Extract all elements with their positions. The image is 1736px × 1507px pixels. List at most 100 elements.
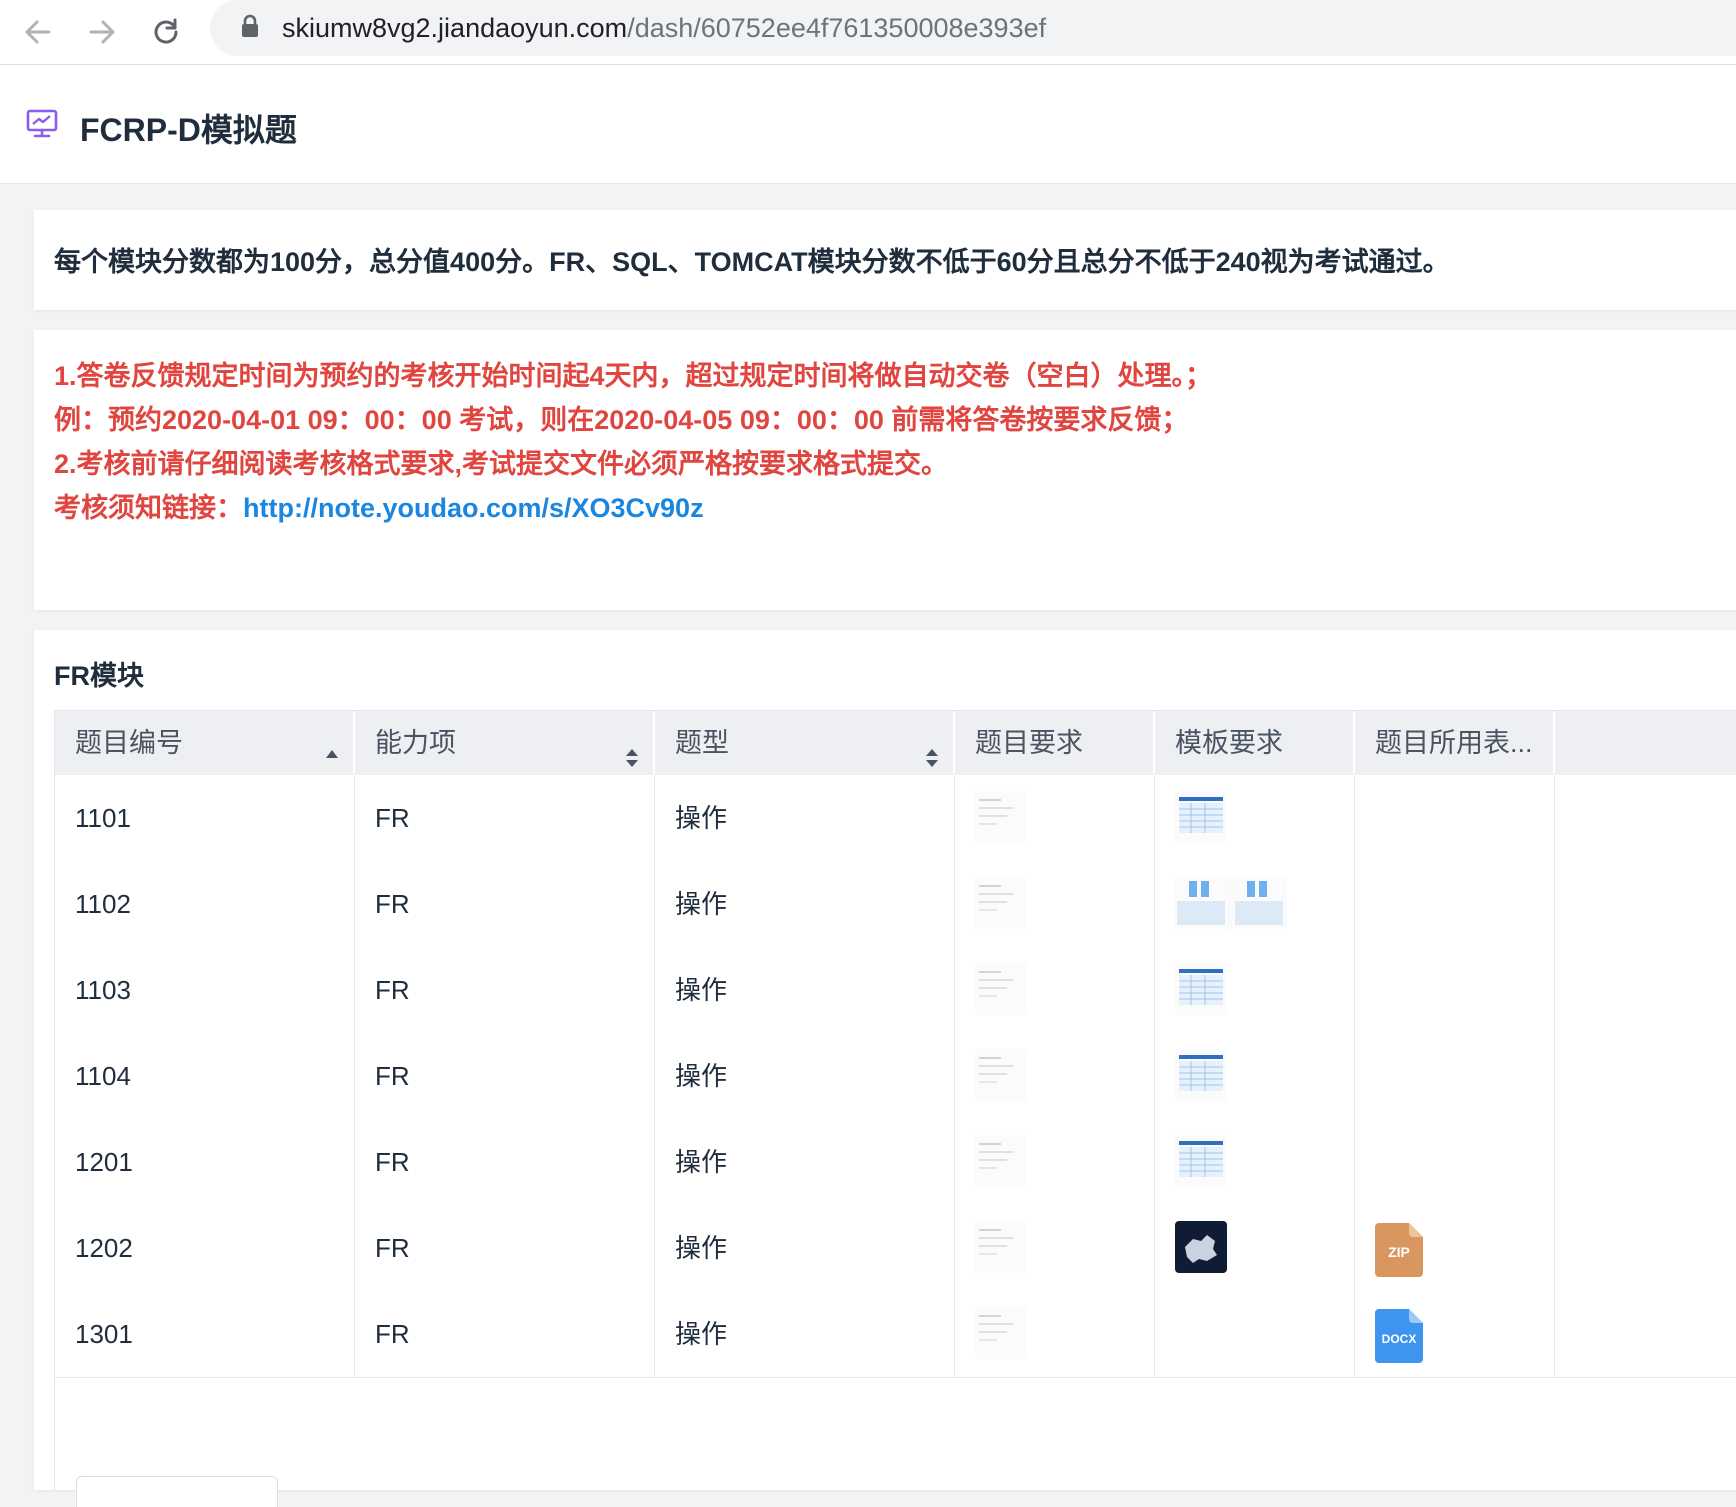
cell-template-requirement <box>1155 861 1355 947</box>
svg-text:ZIP: ZIP <box>1388 1244 1410 1260</box>
requirement-thumbnail[interactable] <box>975 963 1027 1015</box>
template-thumbnail[interactable] <box>1175 791 1227 843</box>
cell-template-requirement <box>1155 1205 1355 1291</box>
browser-toolbar: skiumw8vg2.jiandaoyun.com/dash/60752ee4f… <box>0 0 1736 65</box>
dashboard-icon <box>26 109 58 144</box>
cell-type: 操作 <box>655 1119 955 1205</box>
cell-template-requirement <box>1155 775 1355 861</box>
table-row[interactable]: 1101 FR 操作 <box>55 775 1736 862</box>
back-button[interactable] <box>18 12 58 52</box>
requirement-thumbnail[interactable] <box>975 1307 1027 1359</box>
cell-table-file <box>1355 947 1555 1033</box>
column-header-id[interactable]: 题目编号 <box>55 711 355 775</box>
fr-module-card: FR模块 题目编号 能力项 题型 题目要求 模板要求 题目所用表... 1101… <box>34 630 1736 1507</box>
cell-table-file <box>1355 861 1555 947</box>
cell-ability: FR <box>355 1119 655 1205</box>
cell-type: 操作 <box>655 1291 955 1377</box>
column-header-type[interactable]: 题型 <box>655 711 955 775</box>
cell-extra <box>1555 947 1736 1033</box>
requirement-thumbnail[interactable] <box>975 791 1027 843</box>
cell-extra <box>1555 861 1736 947</box>
table-footer-divider <box>55 1490 1736 1491</box>
docx-file-icon[interactable]: DOCX <box>1375 1309 1423 1397</box>
address-bar[interactable]: skiumw8vg2.jiandaoyun.com/dash/60752ee4f… <box>210 0 1736 56</box>
rule-line-2: 例：预约2020-04-01 09：00：00 考试，则在2020-04-05 … <box>54 405 1189 435</box>
column-header-question-req[interactable]: 题目要求 <box>955 711 1155 775</box>
sort-asc-icon[interactable] <box>325 729 339 775</box>
cell-ability: FR <box>355 1033 655 1119</box>
cell-ability: FR <box>355 1205 655 1291</box>
rule-line-1: 1.答卷反馈规定时间为预约的考核开始时间起4天内，超过规定时间将做自动交卷（空白… <box>54 361 1213 391</box>
template-thumbnail[interactable] <box>1175 1221 1227 1273</box>
cell-template-requirement <box>1155 1033 1355 1119</box>
cell-question-requirement <box>955 861 1155 947</box>
cell-template-requirement <box>1155 947 1355 1033</box>
column-header-extra <box>1555 711 1736 775</box>
column-header-table-file[interactable]: 题目所用表... <box>1355 711 1555 775</box>
score-notice-card: 每个模块分数都为100分，总分值400分。FR、SQL、TOMCAT模块分数不低… <box>34 210 1736 310</box>
table-row[interactable]: 1103 FR 操作 <box>55 947 1736 1034</box>
cell-question-requirement <box>955 1205 1155 1291</box>
cell-question-id: 1201 <box>55 1119 355 1205</box>
requirement-thumbnail[interactable] <box>975 1135 1027 1187</box>
cell-question-id: 1301 <box>55 1291 355 1377</box>
svg-text:DOCX: DOCX <box>1382 1332 1417 1346</box>
template-thumbnail[interactable] <box>1175 1135 1227 1187</box>
table-row[interactable]: 1202 FR 操作 ZIP <box>55 1205 1736 1292</box>
cell-table-file <box>1355 1033 1555 1119</box>
table-row[interactable]: 1104 FR 操作 <box>55 1033 1736 1120</box>
requirement-thumbnail[interactable] <box>975 1049 1027 1101</box>
pagination[interactable] <box>76 1476 278 1507</box>
rule-link-label: 考核须知链接： <box>54 493 243 523</box>
table-header: 题目编号 能力项 题型 题目要求 模板要求 题目所用表... <box>55 710 1736 776</box>
sort-icon[interactable] <box>925 729 939 775</box>
cell-question-requirement <box>955 947 1155 1033</box>
notice-link[interactable]: http://note.youdao.com/s/XO3Cv90z <box>243 493 704 523</box>
url-host: skiumw8vg2.jiandaoyun.com <box>282 12 628 43</box>
cell-question-id: 1101 <box>55 775 355 861</box>
page-title: FCRP-D模拟题 <box>80 112 297 148</box>
cell-table-file <box>1355 1119 1555 1205</box>
app-header: FCRP-D模拟题 <box>0 65 1736 184</box>
cell-type: 操作 <box>655 1205 955 1291</box>
cell-template-requirement <box>1155 1291 1355 1377</box>
cell-type: 操作 <box>655 947 955 1033</box>
cell-extra <box>1555 1205 1736 1291</box>
question-table: 题目编号 能力项 题型 题目要求 模板要求 题目所用表... 1101 FR 操… <box>54 710 1736 1491</box>
cell-type: 操作 <box>655 1033 955 1119</box>
cell-type: 操作 <box>655 775 955 861</box>
reload-icon <box>151 17 181 47</box>
table-row[interactable]: 1102 FR 操作 <box>55 861 1736 948</box>
table-row[interactable]: 1301 FR 操作 DOCX <box>55 1291 1736 1378</box>
template-thumbnail[interactable] <box>1175 1049 1227 1101</box>
rule-line-3: 2.考核前请仔细阅读考核格式要求,考试提交文件必须严格按要求格式提交。 <box>54 449 949 479</box>
lock-icon <box>240 14 260 43</box>
reload-button[interactable] <box>146 12 186 52</box>
sort-icon[interactable] <box>625 729 639 775</box>
column-header-ability[interactable]: 能力项 <box>355 711 655 775</box>
template-thumbnail[interactable] <box>1175 963 1227 1015</box>
cell-table-file <box>1355 775 1555 861</box>
rule-line-4: 考核须知链接：http://note.youdao.com/s/XO3Cv90z <box>54 486 704 525</box>
requirement-thumbnail[interactable] <box>975 1221 1027 1273</box>
module-title: FR模块 <box>54 661 144 691</box>
table-row[interactable]: 1201 FR 操作 <box>55 1119 1736 1206</box>
cell-question-id: 1202 <box>55 1205 355 1291</box>
cell-question-id: 1104 <box>55 1033 355 1119</box>
cell-extra <box>1555 1119 1736 1205</box>
cell-extra <box>1555 1291 1736 1377</box>
forward-button[interactable] <box>82 12 122 52</box>
cell-ability: FR <box>355 861 655 947</box>
requirement-thumbnail[interactable] <box>975 877 1027 929</box>
cell-ability: FR <box>355 775 655 861</box>
cell-ability: FR <box>355 947 655 1033</box>
cell-question-requirement <box>955 1291 1155 1377</box>
exam-rules-card: 1.答卷反馈规定时间为预约的考核开始时间起4天内，超过规定时间将做自动交卷（空白… <box>34 330 1736 610</box>
arrow-left-icon <box>23 17 53 47</box>
template-thumbnail[interactable] <box>1175 877 1287 929</box>
column-header-template-req[interactable]: 模板要求 <box>1155 711 1355 775</box>
cell-table-file: DOCX <box>1355 1291 1555 1377</box>
cell-question-id: 1102 <box>55 861 355 947</box>
cell-question-requirement <box>955 775 1155 861</box>
score-notice-text: 每个模块分数都为100分，总分值400分。FR、SQL、TOMCAT模块分数不低… <box>54 247 1450 277</box>
